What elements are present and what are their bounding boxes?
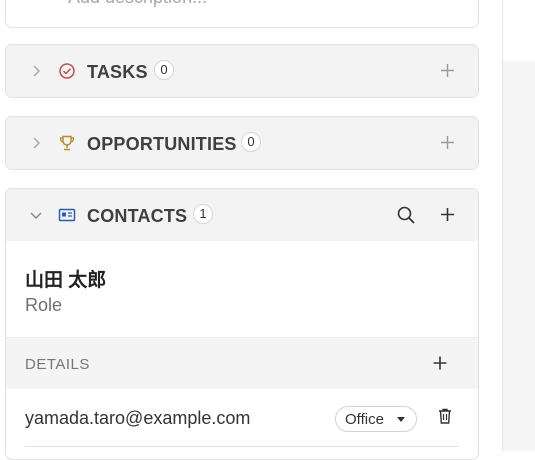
email-row: yamada.taro@example.com Office <box>6 389 478 447</box>
divider <box>25 446 459 447</box>
section-title: OPPORTUNITIES <box>87 134 237 154</box>
section-contacts: CONTACTS 1 山田 太郎 Role DETAILS yamada.tar… <box>5 188 479 460</box>
chevron-right-icon[interactable] <box>28 135 44 151</box>
email-value[interactable]: yamada.taro@example.com <box>25 408 250 429</box>
caret-down-icon <box>397 417 405 422</box>
right-panel-header <box>502 0 535 62</box>
chevron-down-icon[interactable] <box>28 207 44 223</box>
chevron-right-icon[interactable] <box>28 63 44 79</box>
section-title: CONTACTS <box>87 206 188 226</box>
trophy-icon <box>59 135 75 151</box>
email-type-label: Office <box>345 411 384 428</box>
add-opportunity-icon[interactable] <box>439 134 456 151</box>
contact-card-icon <box>58 208 76 222</box>
add-detail-icon[interactable] <box>432 355 448 371</box>
section-opportunities: OPPORTUNITIES 0 <box>5 116 479 170</box>
details-header: DETAILS <box>6 337 478 390</box>
section-tasks: TASKS 0 <box>5 44 479 98</box>
description-placeholder[interactable]: Add description... <box>68 0 207 8</box>
add-contact-icon[interactable] <box>439 206 456 223</box>
contact-role[interactable]: Role <box>25 295 62 316</box>
email-type-select[interactable]: Office <box>335 406 417 432</box>
trash-icon[interactable] <box>437 407 453 425</box>
section-contacts-header[interactable]: CONTACTS 1 <box>6 189 478 241</box>
add-task-icon[interactable] <box>439 62 456 79</box>
count-badge: 1 <box>193 204 213 224</box>
right-panel-body <box>502 61 535 451</box>
section-title: TASKS <box>87 62 148 82</box>
section-opportunities-header[interactable]: OPPORTUNITIES 0 <box>6 117 478 169</box>
count-badge: 0 <box>154 60 174 80</box>
details-label: DETAILS <box>25 356 90 373</box>
section-tasks-header[interactable]: TASKS 0 <box>6 45 478 97</box>
search-icon[interactable] <box>396 205 416 225</box>
contact-name[interactable]: 山田 太郎 <box>25 265 106 292</box>
count-badge: 0 <box>241 132 261 152</box>
tasks-icon <box>59 63 75 79</box>
